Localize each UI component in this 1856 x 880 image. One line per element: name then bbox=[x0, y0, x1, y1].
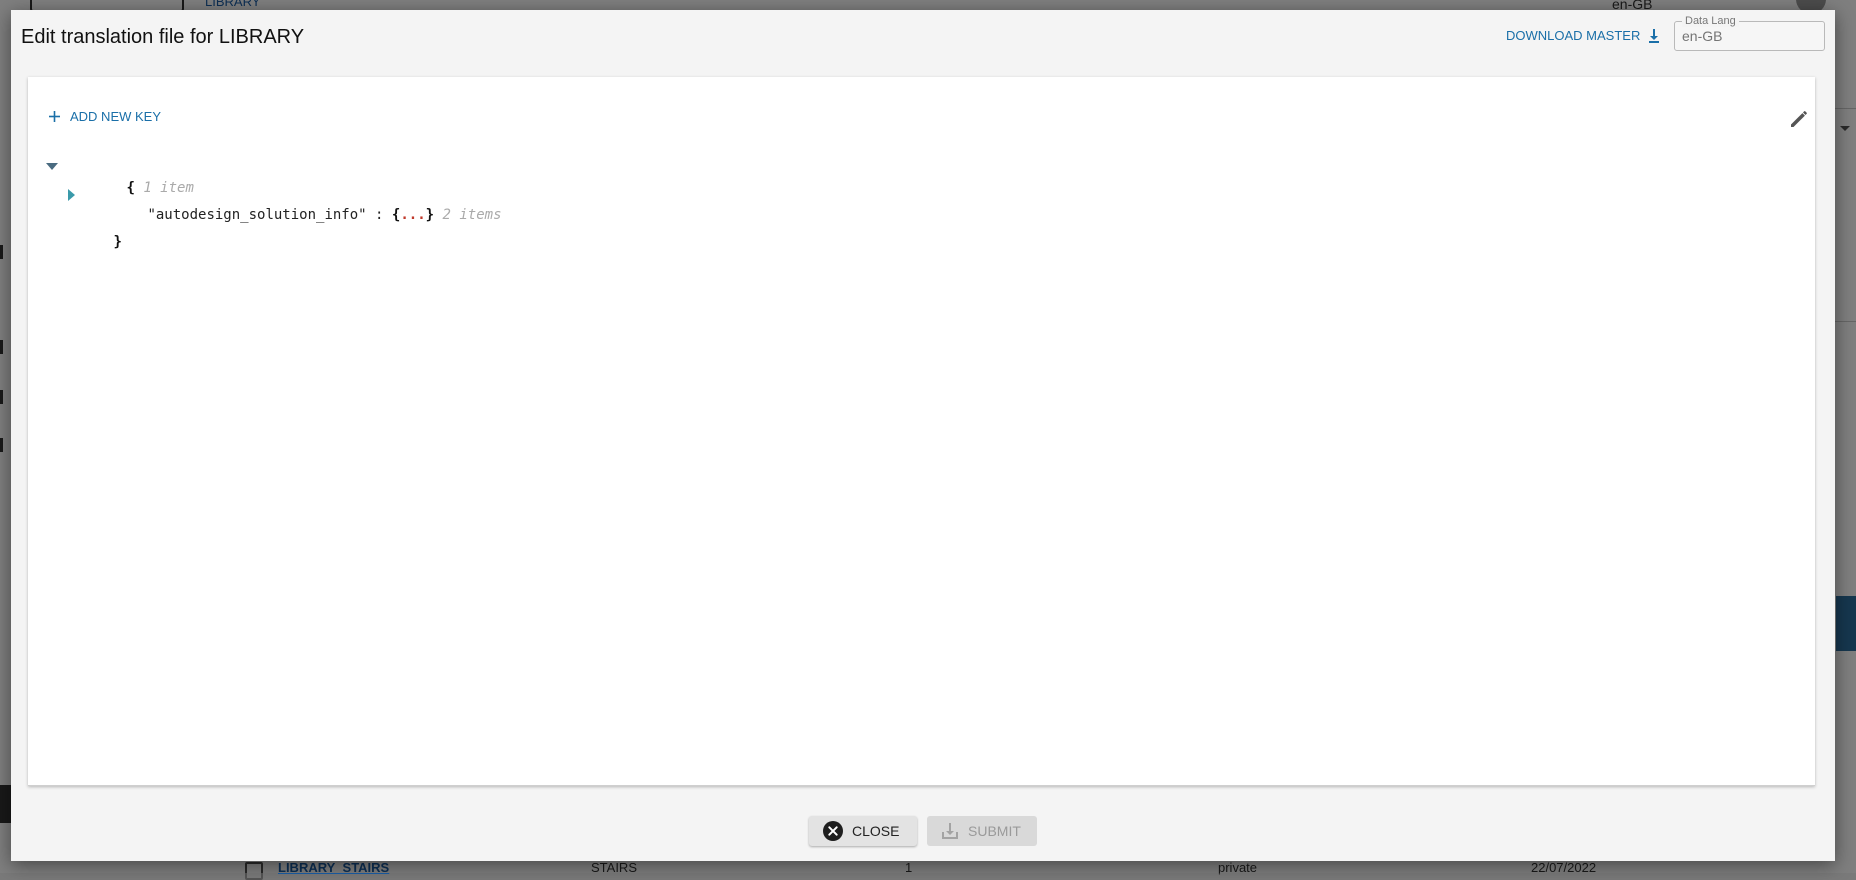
close-button-label: CLOSE bbox=[852, 823, 900, 839]
edit-translation-dialog: Edit translation file for LIBRARY DOWNLO… bbox=[11, 10, 1835, 861]
data-lang-field[interactable]: Data Lang bbox=[1674, 15, 1825, 51]
submit-button[interactable]: SUBMIT bbox=[927, 816, 1037, 846]
json-root-close-brace: } bbox=[113, 234, 122, 250]
submit-button-label: SUBMIT bbox=[968, 823, 1021, 839]
download-master-label: DOWNLOAD MASTER bbox=[1506, 28, 1641, 43]
plus-icon bbox=[49, 111, 60, 122]
download-master-button[interactable]: DOWNLOAD MASTER bbox=[1506, 28, 1660, 43]
json-child-line: "autodesign_solution_info" : {...} 2 ite… bbox=[46, 185, 502, 223]
json-root-line: { 1 item bbox=[46, 158, 502, 196]
close-button[interactable]: CLOSE bbox=[809, 816, 917, 846]
collapse-icon[interactable] bbox=[46, 163, 58, 170]
close-icon bbox=[823, 821, 843, 841]
submit-icon bbox=[942, 823, 958, 839]
pencil-icon bbox=[1791, 111, 1807, 127]
expand-icon[interactable] bbox=[68, 189, 75, 201]
dialog-title: Edit translation file for LIBRARY bbox=[21, 26, 305, 48]
json-tree: { 1 item "autodesign_solution_info" : {.… bbox=[46, 158, 502, 250]
dialog-actions: CLOSE SUBMIT bbox=[11, 816, 1835, 848]
json-root-close-line: } bbox=[46, 212, 502, 250]
data-lang-input[interactable] bbox=[1682, 28, 1812, 44]
edit-icon[interactable] bbox=[1789, 109, 1809, 134]
add-new-key-button[interactable]: ADD NEW KEY bbox=[49, 109, 161, 124]
add-new-key-label: ADD NEW KEY bbox=[70, 109, 162, 124]
download-icon bbox=[1649, 28, 1660, 43]
data-lang-label: Data Lang bbox=[1682, 15, 1739, 27]
json-editor-panel: ADD NEW KEY { 1 item "autodesign_solutio… bbox=[28, 77, 1815, 786]
